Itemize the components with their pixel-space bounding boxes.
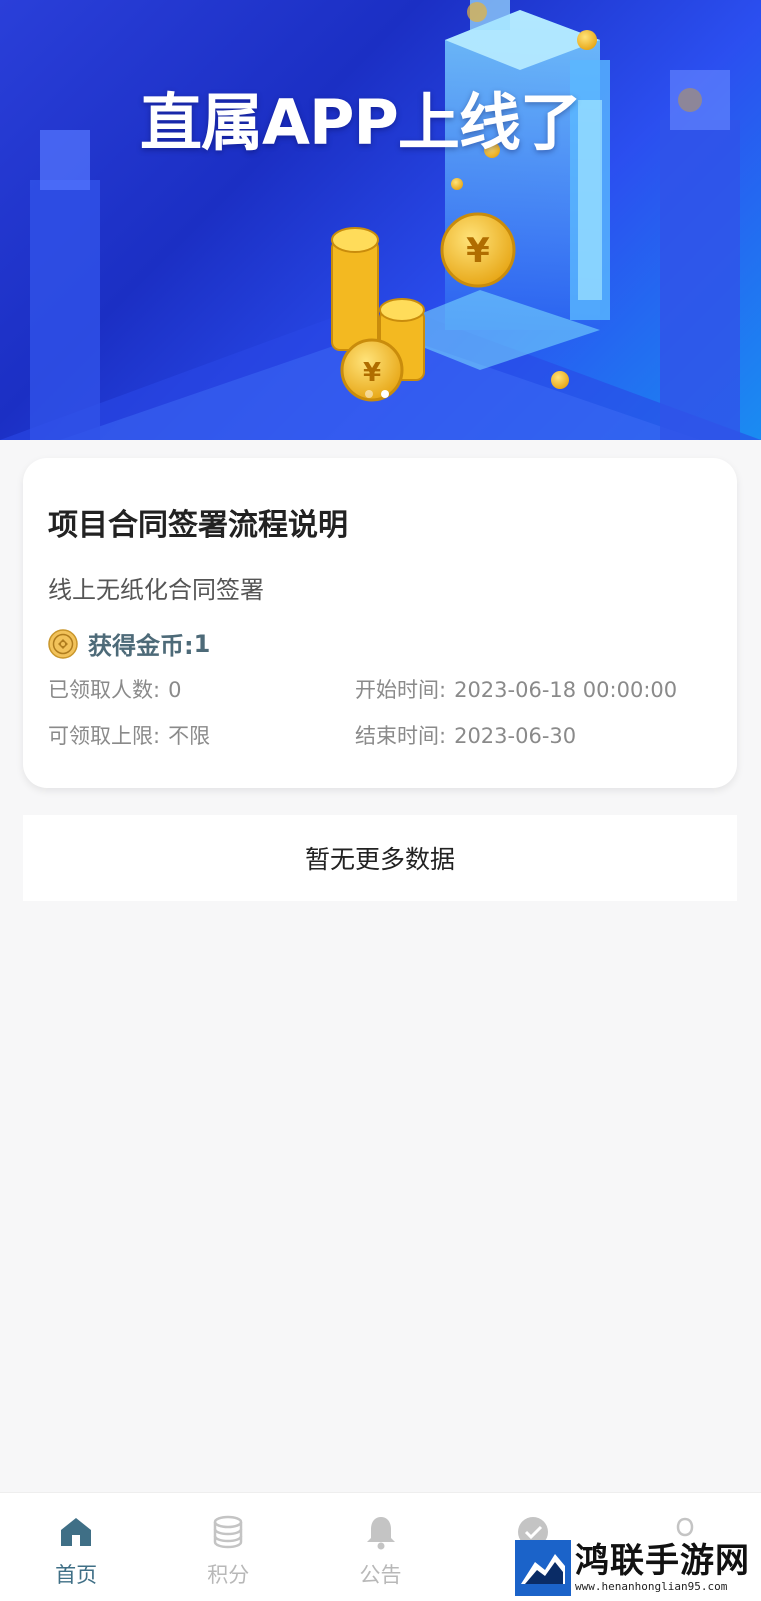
claimed-value: 0 xyxy=(168,678,182,702)
no-more-data: 暂无更多数据 xyxy=(23,815,737,901)
reward-value: 1 xyxy=(193,629,211,658)
banner-illustration: ¥ ¥ xyxy=(0,0,761,440)
end-time: 结束时间: 2023-06-30 xyxy=(355,720,576,750)
svg-text:¥: ¥ xyxy=(466,231,490,271)
start-time: 开始时间: 2023-06-18 00:00:00 xyxy=(355,674,677,704)
watermark-logo-icon xyxy=(515,1539,571,1596)
banner-title: 直属APP上线了 xyxy=(140,86,582,159)
task-title: 项目合同签署流程说明 xyxy=(48,508,348,543)
task-description: 线上无纸化合同签署 xyxy=(48,576,264,604)
promo-banner[interactable]: ¥ ¥ 直属APP上线了 xyxy=(0,0,761,440)
banner-dot-active[interactable] xyxy=(381,390,389,398)
bell-icon xyxy=(366,1517,395,1550)
start-time-value: 2023-06-18 00:00:00 xyxy=(454,678,678,702)
banner-dot[interactable] xyxy=(365,390,373,398)
tab-notice-label: 公告 xyxy=(359,1563,402,1587)
reward-row: 获得金币: 1 xyxy=(48,626,210,661)
reward-label: 获得金币: xyxy=(88,632,194,660)
svg-text:¥: ¥ xyxy=(363,358,381,388)
watermark-title: 鸿联手游网 xyxy=(575,1541,750,1581)
claim-limit: 可领取上限: 不限 xyxy=(48,720,210,750)
start-time-label: 开始时间: xyxy=(355,678,447,702)
task-card[interactable]: 项目合同签署流程说明 线上无纸化合同签署 获得金币: 1 已领取人数: 0 开始时… xyxy=(23,458,737,788)
site-watermark: 鸿联手游网 www.henanhonglian95.com xyxy=(515,1535,761,1600)
home-icon xyxy=(61,1518,92,1546)
tab-home-label: 首页 xyxy=(55,1563,98,1587)
banner-pagination xyxy=(365,390,389,398)
tab-notice[interactable]: 公告 xyxy=(304,1493,456,1601)
claimed-count: 已领取人数: 0 xyxy=(48,674,181,704)
coin-icon xyxy=(48,628,78,659)
limit-label: 可领取上限: xyxy=(48,724,161,748)
tab-points[interactable]: 积分 xyxy=(152,1493,304,1601)
coin-stack-icon xyxy=(214,1515,243,1549)
claimed-label: 已领取人数: xyxy=(48,678,161,702)
end-time-value: 2023-06-30 xyxy=(454,724,577,748)
tab-home[interactable]: 首页 xyxy=(0,1493,152,1601)
end-time-label: 结束时间: xyxy=(355,724,447,748)
watermark-url: www.henanhonglian95.com xyxy=(575,1580,728,1593)
tab-points-label: 积分 xyxy=(207,1563,250,1587)
limit-value: 不限 xyxy=(168,724,211,748)
